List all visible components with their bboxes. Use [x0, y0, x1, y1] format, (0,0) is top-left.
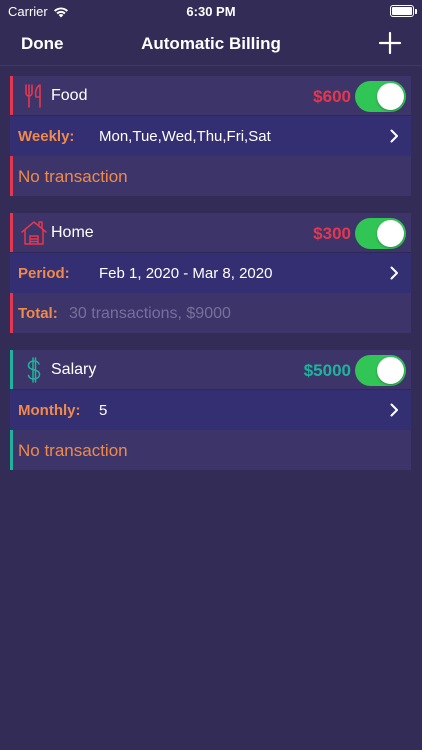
fork-knife-icon — [25, 84, 41, 108]
schedule-value: Mon,Tue,Wed,Thu,Fri,Sat — [99, 128, 271, 145]
no-transaction-text: No transaction — [18, 167, 128, 186]
card-header: Home $300 — [10, 213, 411, 253]
transaction-summary: No transaction — [10, 156, 411, 196]
enabled-toggle[interactable] — [355, 81, 406, 112]
billing-card-food: Food $600 Weekly: Mon,Tue,Wed,Thu,Fri,Sa… — [10, 76, 411, 196]
billing-amount: $600 — [313, 87, 351, 106]
billing-amount: $300 — [313, 224, 351, 243]
total-label: Total: — [18, 305, 58, 322]
dollar-icon — [27, 357, 41, 383]
billing-name: Home — [51, 224, 94, 241]
enabled-toggle[interactable] — [355, 218, 406, 249]
chevron-right-icon — [390, 129, 398, 143]
billing-name: Food — [51, 87, 88, 104]
schedule-row[interactable]: Weekly: Mon,Tue,Wed,Thu,Fri,Sat — [10, 116, 411, 156]
transaction-summary: Total: 30 transactions, $9000 — [10, 293, 411, 333]
billing-name: Salary — [51, 361, 97, 378]
chevron-right-icon — [390, 403, 398, 417]
page-title: Automatic Billing — [141, 34, 281, 53]
billing-card-salary: Salary $5000 Monthly: 5 No transaction — [10, 350, 411, 470]
schedule-value: Feb 1, 2020 - Mar 8, 2020 — [99, 265, 273, 282]
card-header: Salary $5000 — [10, 350, 411, 390]
schedule-label: Monthly: — [18, 402, 81, 419]
schedule-row[interactable]: Period: Feb 1, 2020 - Mar 8, 2020 — [10, 253, 411, 293]
status-time: 6:30 PM — [186, 4, 236, 19]
schedule-value: 5 — [99, 402, 108, 419]
enabled-toggle[interactable] — [355, 355, 406, 386]
battery-icon — [390, 5, 417, 17]
status-bar: Carrier 6:30 PM — [0, 0, 422, 22]
house-icon — [21, 221, 47, 245]
billing-amount: $5000 — [303, 361, 351, 380]
total-value: 30 transactions, $9000 — [69, 305, 231, 322]
no-transaction-text: No transaction — [18, 441, 128, 460]
schedule-label: Period: — [18, 265, 70, 282]
card-header: Food $600 — [10, 76, 411, 116]
navigation-bar: Done Automatic Billing — [0, 22, 422, 66]
chevron-right-icon — [390, 266, 398, 280]
billing-card-home: Home $300 Period: Feb 1, 2020 - Mar 8, 2… — [10, 213, 411, 333]
transaction-summary: No transaction — [10, 430, 411, 470]
schedule-label: Weekly: — [18, 128, 75, 145]
plus-icon[interactable] — [378, 31, 402, 55]
schedule-row[interactable]: Monthly: 5 — [10, 390, 411, 430]
